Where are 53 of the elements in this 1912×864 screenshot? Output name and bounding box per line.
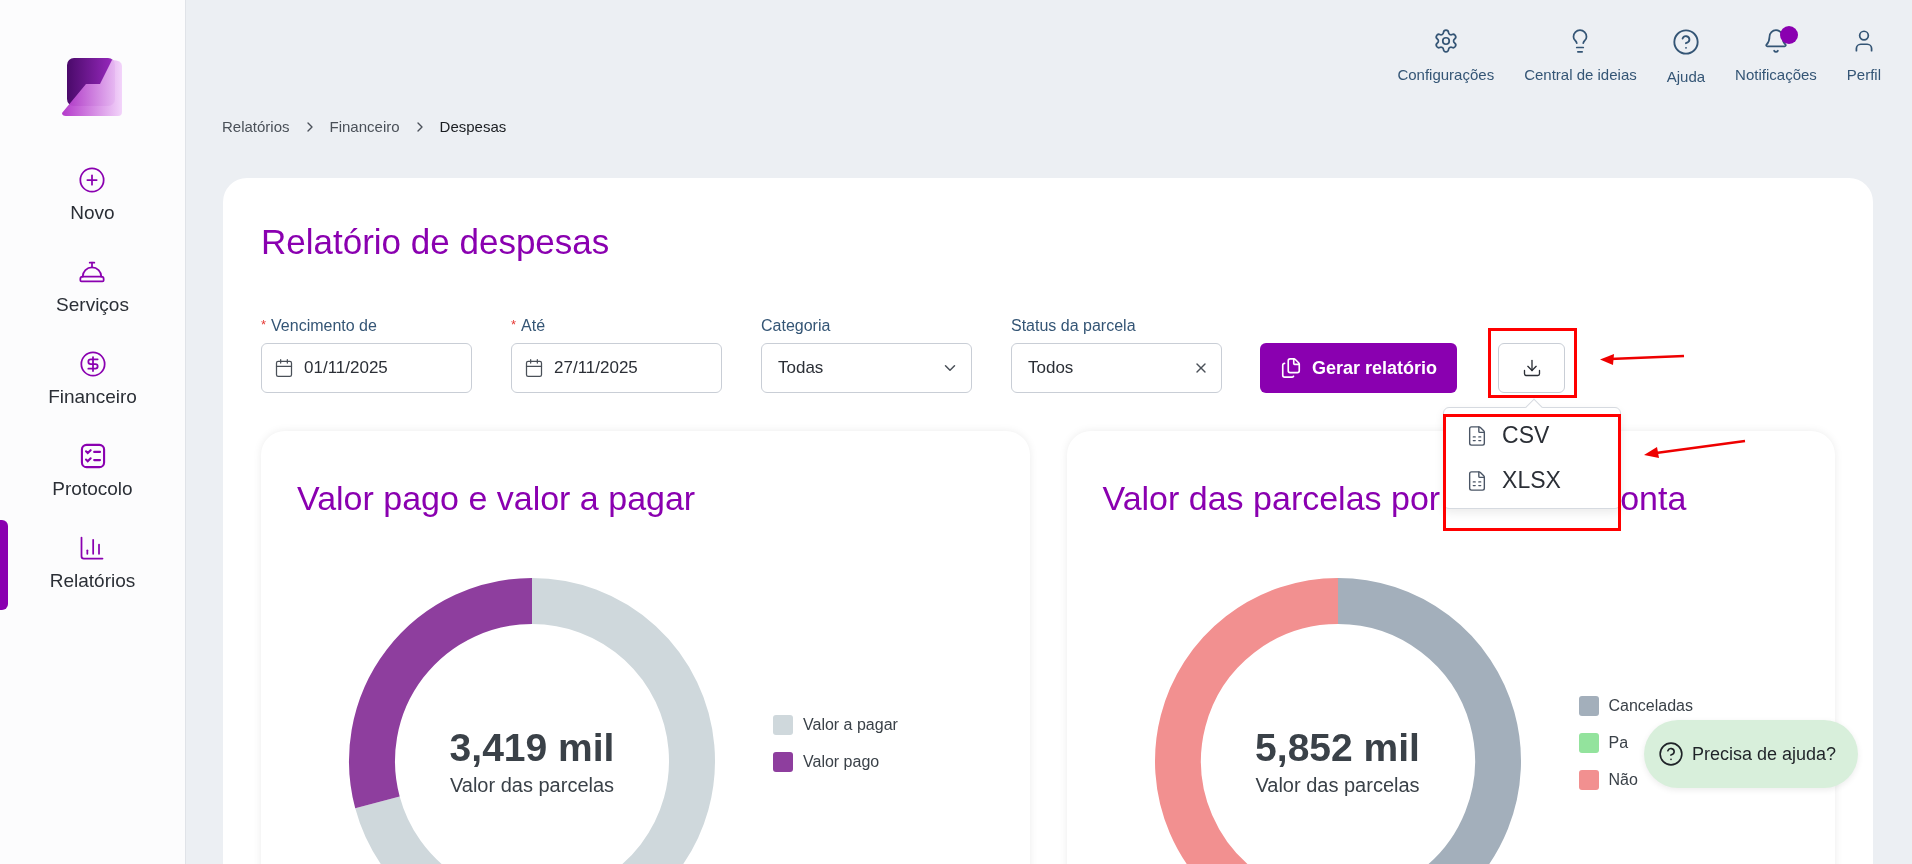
menu-item[interactable]: CSV — [1454, 422, 1611, 449]
sidebar-item[interactable]: Relatórios — [49, 530, 136, 596]
field-label: Categoria — [761, 317, 832, 335]
legend-label: Pa — [1608, 734, 1629, 752]
required-asterisk: * — [261, 317, 267, 334]
sidebar-item[interactable]: Financeiro — [48, 346, 137, 412]
plus-circle-icon — [78, 166, 107, 194]
legend-label: Não — [1608, 771, 1638, 789]
total-caption: Valor das parcelas — [449, 773, 615, 797]
total-value: 3,419 mil — [449, 725, 615, 770]
dollar-circle-icon — [78, 350, 107, 378]
field-label: * Até — [511, 317, 547, 335]
sidebar-item[interactable]: Protocolo — [52, 438, 133, 504]
logo-icon — [61, 58, 124, 116]
date-field[interactable]: 27/11/2025 — [511, 343, 722, 393]
breadcrumb-link[interactable]: Relatórios — [222, 118, 290, 135]
chart-title: onta — [1620, 479, 1687, 518]
sidebar-item[interactable]: Novo — [70, 162, 115, 228]
help-icon — [1671, 28, 1700, 56]
select-field[interactable]: Todos — [1011, 343, 1222, 393]
toolbar-item[interactable]: Ajuda — [1666, 28, 1706, 110]
menu-item[interactable]: XLSX — [1454, 467, 1611, 494]
field-label: Status da parcela — [1011, 317, 1137, 335]
bell-icon — [1762, 28, 1789, 54]
generate-report-button[interactable]: Gerar relatório — [1260, 343, 1458, 393]
legend-label: Valor a pagar — [803, 715, 898, 734]
date-field[interactable]: 01/11/2025 — [261, 343, 472, 393]
required-asterisk: * — [511, 317, 517, 334]
toolbar-item[interactable]: Perfil — [1846, 28, 1881, 110]
field-label: * Vencimento de — [261, 317, 378, 335]
chart-title: Valor pago e valor a pagar — [297, 479, 696, 518]
total-value: 5,852 mil — [1255, 725, 1420, 770]
toolbar-item[interactable]: Notificações — [1735, 28, 1817, 110]
total-caption: Valor das parcelas — [1255, 773, 1420, 797]
toolbar-item[interactable]: Configurações — [1397, 28, 1495, 110]
legend-label: Canceladas — [1608, 697, 1693, 715]
documents-icon — [1280, 357, 1302, 379]
help-button[interactable]: Precisa de ajuda? — [1644, 720, 1858, 788]
chart-title: Valor das parcelas por — [1102, 479, 1441, 518]
checklist-icon — [78, 442, 107, 470]
breadcrumb-link[interactable]: Despesas — [439, 118, 507, 135]
download-icon — [1521, 358, 1542, 378]
help-icon — [1658, 741, 1684, 767]
select-field[interactable]: Todas — [761, 343, 972, 393]
breadcrumb-link[interactable]: Financeiro — [329, 118, 400, 135]
toolbar-item[interactable]: Central de ideias — [1524, 28, 1637, 110]
settings-icon — [1432, 28, 1459, 54]
calendar-icon — [274, 358, 294, 378]
download-button[interactable] — [1498, 343, 1566, 393]
page-title: Relatório de despesas — [261, 222, 611, 262]
sidebar-item[interactable]: Serviços — [56, 254, 129, 320]
calendar-icon — [524, 358, 544, 378]
legend-label: Valor pago — [803, 752, 880, 771]
